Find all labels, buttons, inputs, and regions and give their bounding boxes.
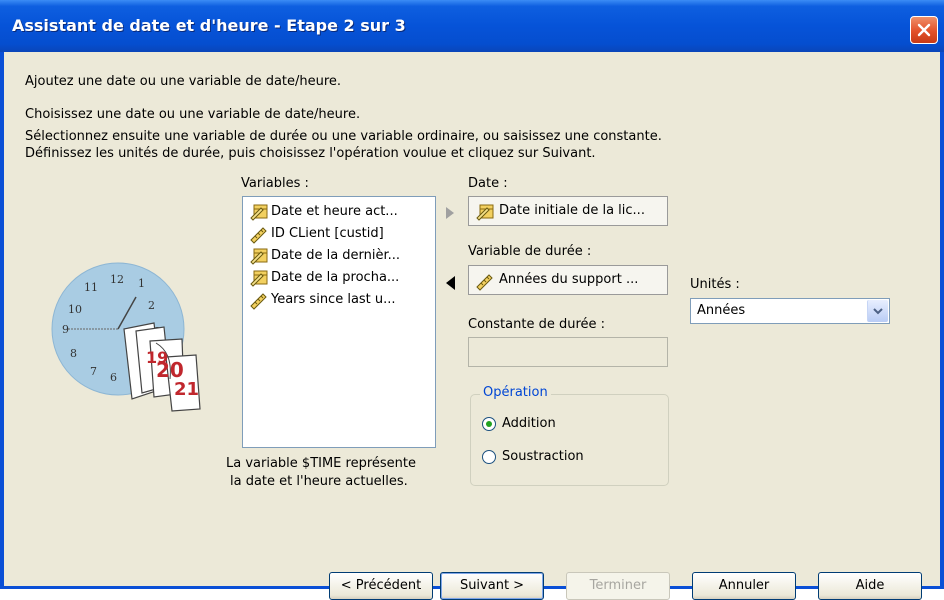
instruction-line-4: Définissez les unités de durée, puis cho… — [25, 146, 596, 161]
list-item[interactable]: Years since last u... — [249, 289, 396, 311]
units-label: Unités : — [690, 277, 740, 292]
move-duration-arrow-button[interactable] — [446, 276, 455, 290]
variables-list[interactable]: Date et heure act... ID CLient [custid] … — [242, 196, 436, 448]
clock-number: 8 — [70, 347, 77, 360]
date-field-value: Date initiale de la lic... — [499, 203, 645, 218]
duration-variable-field[interactable]: Années du support ... — [468, 265, 668, 295]
date-variable-icon — [476, 204, 494, 221]
addition-radio[interactable] — [482, 417, 496, 431]
previous-button[interactable]: < Précédent — [329, 572, 433, 600]
variables-label-text: Variables : — [241, 176, 309, 191]
clock-number: 9 — [62, 323, 69, 336]
dialog-body: Ajoutez une date ou une variable de date… — [4, 52, 940, 600]
duration-variable-value: Années du support ... — [499, 272, 639, 287]
time-note-line-2: la date et l'heure actuelles. — [230, 474, 408, 489]
dropdown-button[interactable] — [867, 300, 888, 322]
title-bar[interactable]: Assistant de date et d'heure - Etape 2 s… — [0, 0, 944, 52]
clock-number: 1 — [138, 277, 145, 290]
cancel-button[interactable]: Annuler — [692, 572, 796, 600]
variables-label: Variables : — [241, 176, 309, 191]
finish-button[interactable]: Terminer — [566, 572, 670, 600]
help-button[interactable]: Aide — [818, 572, 922, 600]
clock-number: 11 — [84, 281, 98, 294]
scale-variable-icon — [250, 292, 267, 310]
clock-number: 10 — [68, 303, 82, 316]
units-selected-value: Années — [697, 303, 746, 318]
clock-number: 7 — [90, 365, 97, 378]
clock-number: 6 — [110, 371, 117, 384]
list-item[interactable]: Date de la procha... — [249, 267, 399, 289]
list-item[interactable]: Date et heure act... — [249, 201, 398, 223]
units-dropdown[interactable]: Années — [690, 298, 890, 324]
close-icon — [917, 23, 931, 37]
clock-number: 12 — [110, 273, 124, 286]
clock-calendar-illustration: 12 1 2 3 9 10 11 8 7 6 19 20 2 — [51, 262, 201, 412]
clock-number: 2 — [148, 299, 155, 312]
list-item[interactable]: Date de la dernièr... — [249, 245, 400, 267]
list-item[interactable]: ID CLient [custid] — [249, 223, 384, 245]
date-variable-icon — [250, 248, 268, 265]
operation-group-label: Opération — [480, 385, 551, 400]
date-label: Date : — [468, 176, 508, 191]
duration-constant-label: Constante de durée : — [468, 317, 606, 332]
subtraction-radio[interactable] — [482, 450, 496, 464]
scale-variable-icon — [250, 226, 267, 244]
instruction-line-1: Ajoutez une date ou une variable de date… — [25, 74, 342, 89]
window-title: Assistant de date et d'heure - Etape 2 s… — [12, 16, 406, 35]
dialog-window: Assistant de date et d'heure - Etape 2 s… — [0, 0, 944, 600]
calendar-page: 21 — [174, 379, 199, 400]
close-button[interactable] — [910, 16, 938, 44]
list-item-label: Years since last u... — [271, 292, 396, 307]
time-note-line-1: La variable $TIME représente — [226, 456, 416, 471]
scale-variable-icon — [476, 274, 493, 291]
list-item-label: Date de la dernièr... — [271, 248, 401, 263]
move-date-arrow-button[interactable] — [446, 207, 454, 219]
subtraction-label: Soustraction — [502, 449, 584, 464]
date-variable-icon — [250, 270, 268, 287]
chevron-down-icon — [873, 308, 883, 315]
duration-variable-label: Variable de durée : — [468, 244, 592, 259]
instruction-line-2: Choisissez une date ou une variable de d… — [25, 107, 361, 122]
list-item-label: ID CLient [custid] — [271, 226, 384, 241]
date-variable-icon — [250, 204, 268, 221]
instruction-line-3: Sélectionnez ensuite une variable de dur… — [25, 129, 662, 144]
operation-group — [470, 394, 669, 486]
list-item-label: Date de la procha... — [271, 270, 400, 285]
duration-constant-input[interactable] — [468, 337, 668, 367]
date-field[interactable]: Date initiale de la lic... — [468, 196, 668, 226]
addition-label: Addition — [502, 416, 556, 431]
next-button[interactable]: Suivant > — [440, 572, 544, 600]
list-item-label: Date et heure act... — [271, 204, 398, 219]
